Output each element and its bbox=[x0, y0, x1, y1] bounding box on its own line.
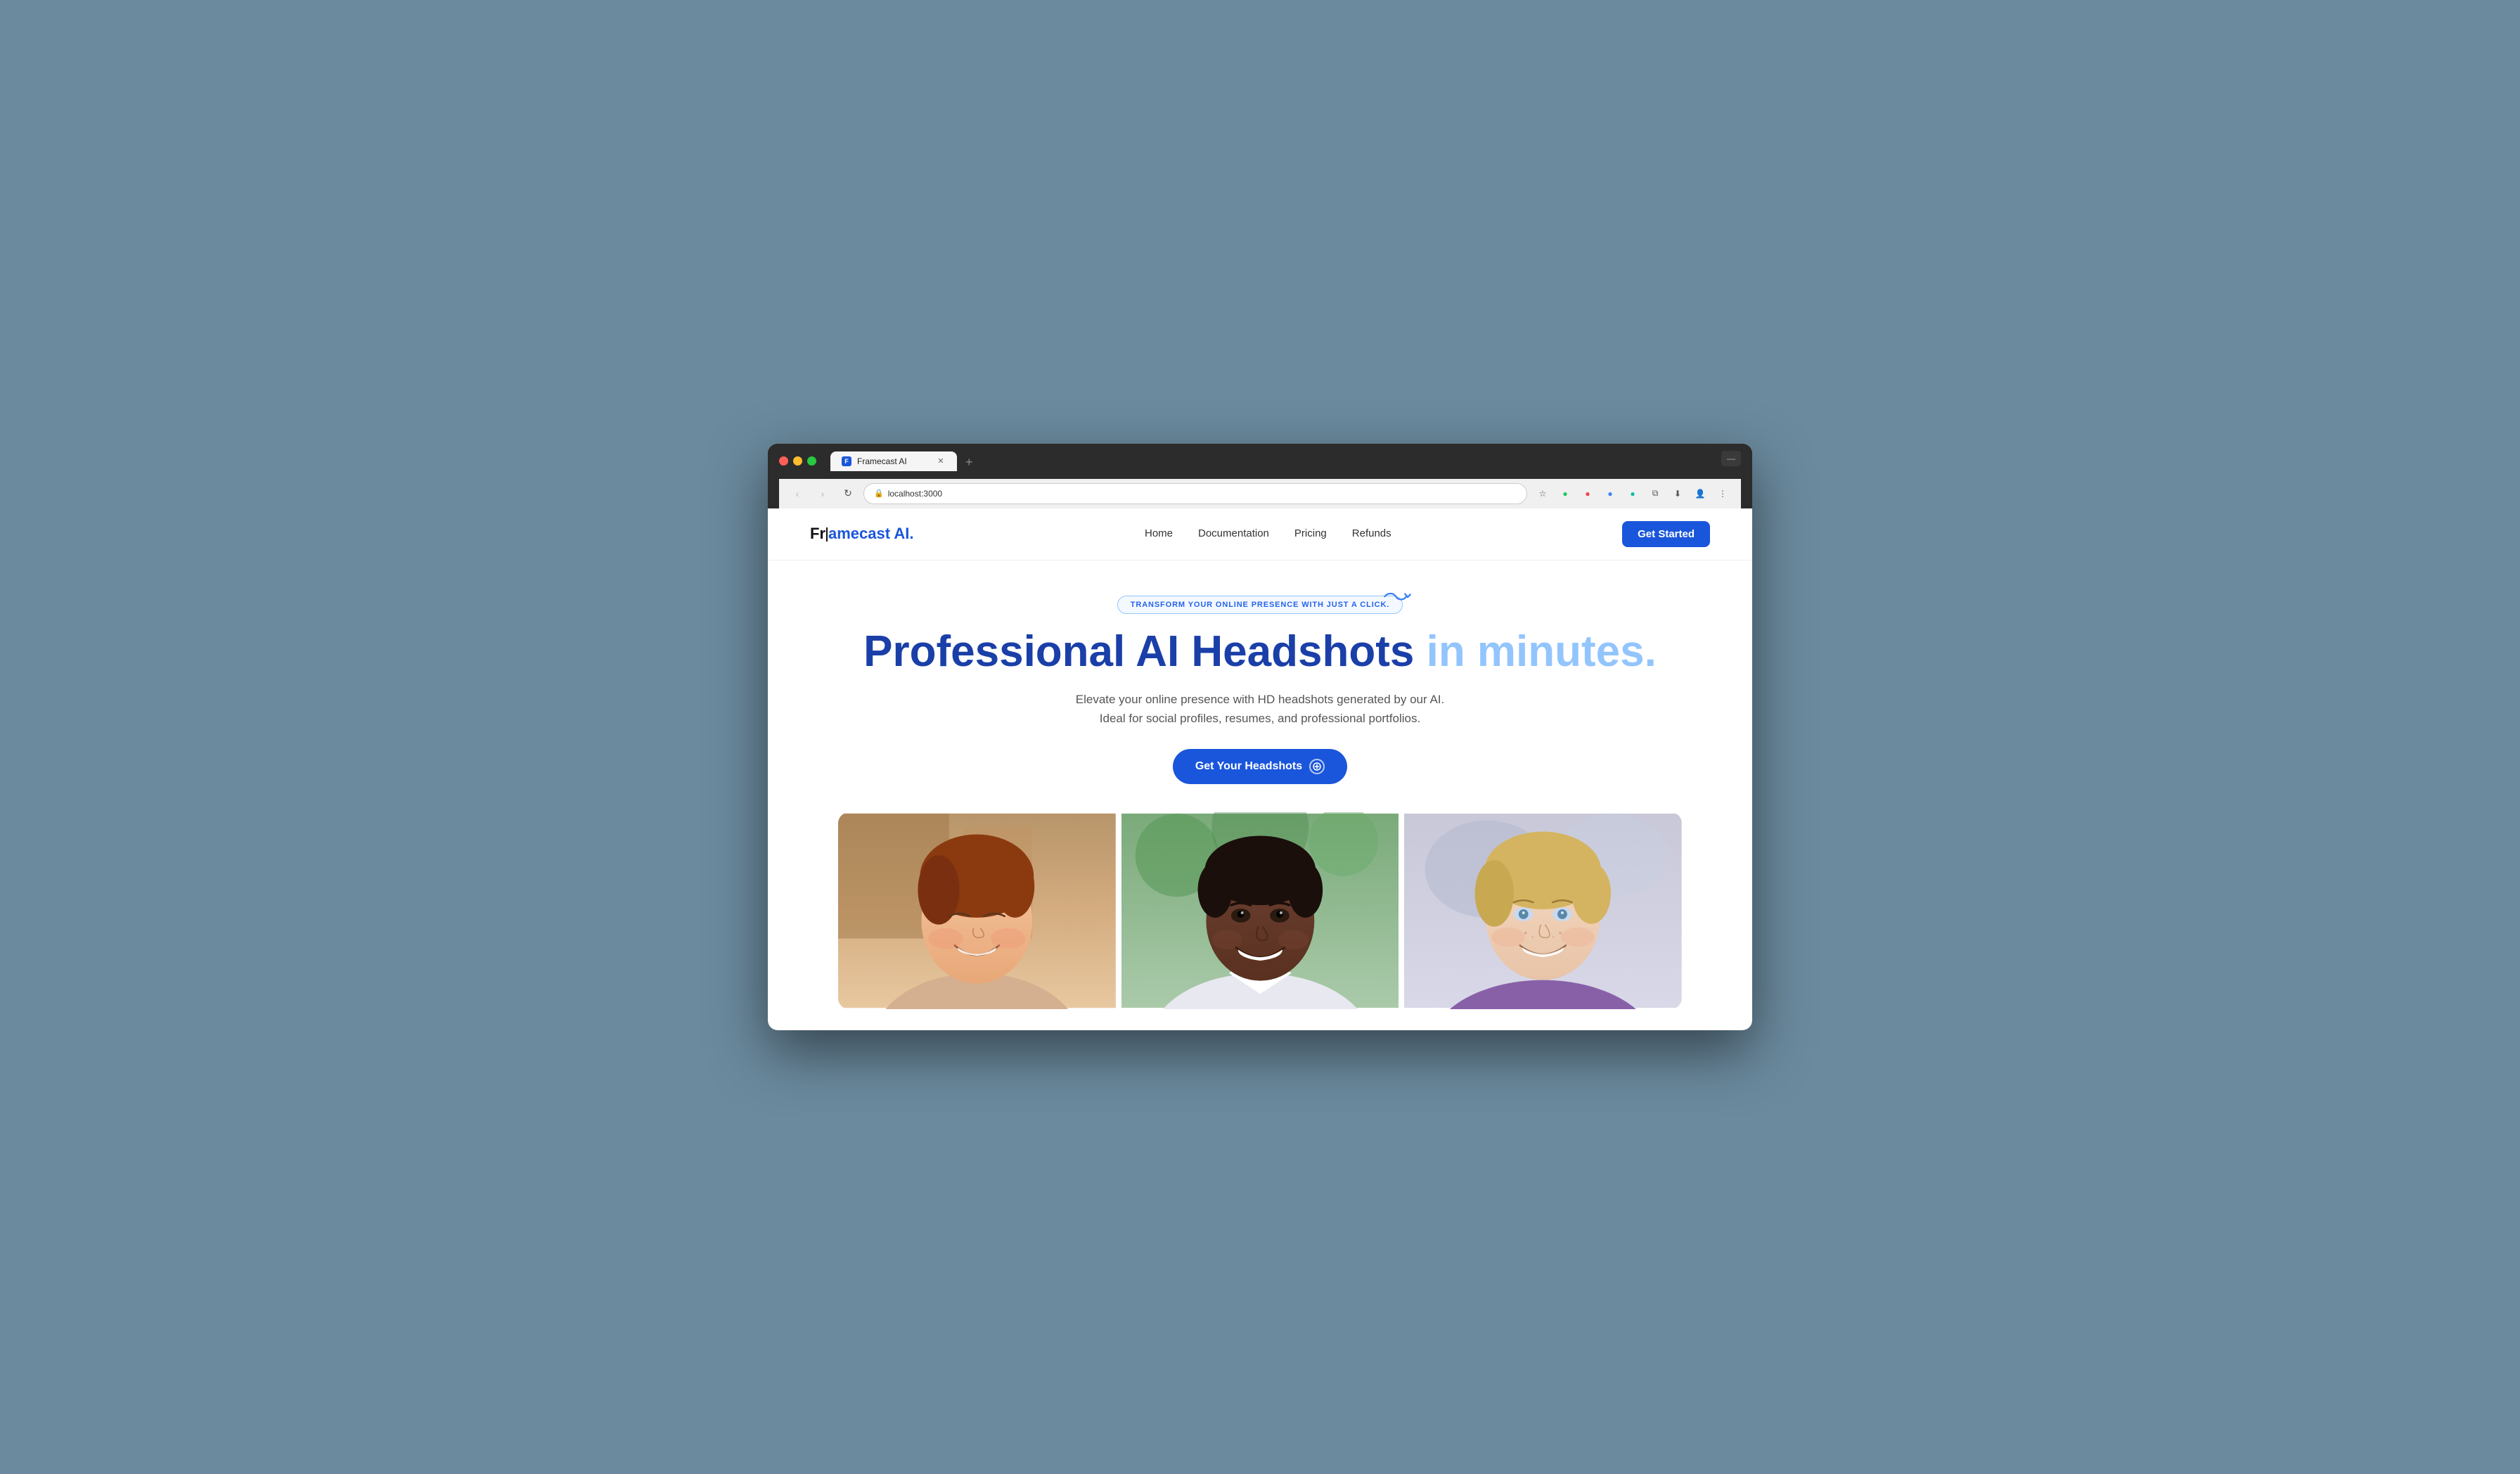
hero-subtitle-line1: Elevate your online presence with HD hea… bbox=[1076, 693, 1445, 706]
minimize-traffic-light[interactable] bbox=[793, 456, 802, 466]
nav-documentation-link[interactable]: Documentation bbox=[1198, 527, 1269, 539]
hero-subtitle: Elevate your online presence with HD hea… bbox=[796, 690, 1724, 728]
hero-title-light: in minutes. bbox=[1414, 627, 1656, 676]
traffic-lights bbox=[779, 456, 816, 466]
nav-pricing-link[interactable]: Pricing bbox=[1294, 527, 1327, 539]
logo-cursor-icon bbox=[826, 527, 828, 541]
bookmark-button[interactable]: ☆ bbox=[1533, 484, 1552, 504]
gallery-item-1 bbox=[838, 812, 1116, 1009]
hero-subtitle-line2: Ideal for social profiles, resumes, and … bbox=[1100, 712, 1420, 725]
tab-title: Framecast AI bbox=[857, 456, 930, 466]
browser-window: F Framecast AI ✕ + — ‹ › ↻ 🔒 localho bbox=[768, 444, 1752, 1031]
gallery-item-3 bbox=[1404, 812, 1682, 1009]
hero-section: TRANSFORM YOUR ONLINE PRESENCE WITH JUST… bbox=[768, 560, 1752, 1031]
gallery-item-2 bbox=[1121, 812, 1399, 1009]
site-logo: Framecast AI. bbox=[810, 525, 913, 543]
nav-links: Home Documentation Pricing Refunds bbox=[1145, 527, 1391, 540]
browser-nav-bar: ‹ › ↻ 🔒 localhost:3000 ☆ ● ● ● ● ⧉ ⬇ 👤 ⋮ bbox=[779, 479, 1741, 508]
hero-badge: TRANSFORM YOUR ONLINE PRESENCE WITH JUST… bbox=[1117, 596, 1403, 614]
person-3-image bbox=[1404, 812, 1682, 1009]
hero-cta-button[interactable]: Get Your Headshots bbox=[1173, 749, 1347, 784]
close-traffic-light[interactable] bbox=[779, 456, 788, 466]
nav-home-link[interactable]: Home bbox=[1145, 527, 1173, 539]
reload-button[interactable]: ↻ bbox=[838, 484, 858, 504]
forward-button[interactable]: › bbox=[813, 484, 832, 504]
hero-cta-label: Get Your Headshots bbox=[1195, 760, 1302, 773]
address-bar[interactable]: 🔒 localhost:3000 bbox=[863, 483, 1527, 504]
window-minimize-button[interactable]: — bbox=[1721, 451, 1741, 466]
hero-badge-wrapper: TRANSFORM YOUR ONLINE PRESENCE WITH JUST… bbox=[796, 596, 1724, 614]
extension-blue-button[interactable]: ● bbox=[1600, 484, 1620, 504]
headshot-gallery bbox=[838, 812, 1682, 1009]
browser-chrome: F Framecast AI ✕ + — ‹ › ↻ 🔒 localho bbox=[768, 444, 1752, 508]
cta-sparkle-icon bbox=[1309, 759, 1325, 774]
extensions-button[interactable]: ⧉ bbox=[1645, 484, 1665, 504]
get-started-button[interactable]: Get Started bbox=[1622, 521, 1710, 547]
hero-title-dark: Professional AI Headshots bbox=[863, 627, 1414, 676]
nav-refunds-link[interactable]: Refunds bbox=[1352, 527, 1391, 539]
browser-actions: ☆ ● ● ● ● ⧉ ⬇ 👤 ⋮ bbox=[1533, 484, 1732, 504]
back-button[interactable]: ‹ bbox=[788, 484, 807, 504]
hero-title: Professional AI Headshots in minutes. bbox=[796, 628, 1724, 676]
browser-tabs: F Framecast AI ✕ + bbox=[830, 451, 1713, 471]
website-content: Framecast AI. Home Documentation Pricing… bbox=[768, 508, 1752, 1031]
logo-text-2: amecast AI. bbox=[828, 525, 913, 542]
tab-close-button[interactable]: ✕ bbox=[936, 456, 946, 466]
person-2-image bbox=[1121, 812, 1399, 1009]
logo-text-1: Fr bbox=[810, 525, 825, 542]
new-tab-button[interactable]: + bbox=[960, 455, 979, 470]
address-text: localhost:3000 bbox=[888, 489, 1517, 499]
site-navigation: Framecast AI. Home Documentation Pricing… bbox=[768, 508, 1752, 560]
extension-green-button[interactable]: ● bbox=[1555, 484, 1575, 504]
maximize-traffic-light[interactable] bbox=[807, 456, 816, 466]
squiggle-arrow-icon bbox=[1381, 589, 1415, 608]
browser-tab-active[interactable]: F Framecast AI ✕ bbox=[830, 451, 957, 471]
lock-icon: 🔒 bbox=[874, 489, 884, 498]
extension-red-button[interactable]: ● bbox=[1578, 484, 1598, 504]
person-1-image bbox=[838, 812, 1116, 1009]
browser-titlebar: F Framecast AI ✕ + — bbox=[779, 451, 1741, 472]
profile-button[interactable]: 👤 bbox=[1690, 484, 1710, 504]
extension-teal-button[interactable]: ● bbox=[1623, 484, 1642, 504]
menu-button[interactable]: ⋮ bbox=[1713, 484, 1732, 504]
download-button[interactable]: ⬇ bbox=[1668, 484, 1688, 504]
tab-favicon: F bbox=[842, 456, 851, 466]
